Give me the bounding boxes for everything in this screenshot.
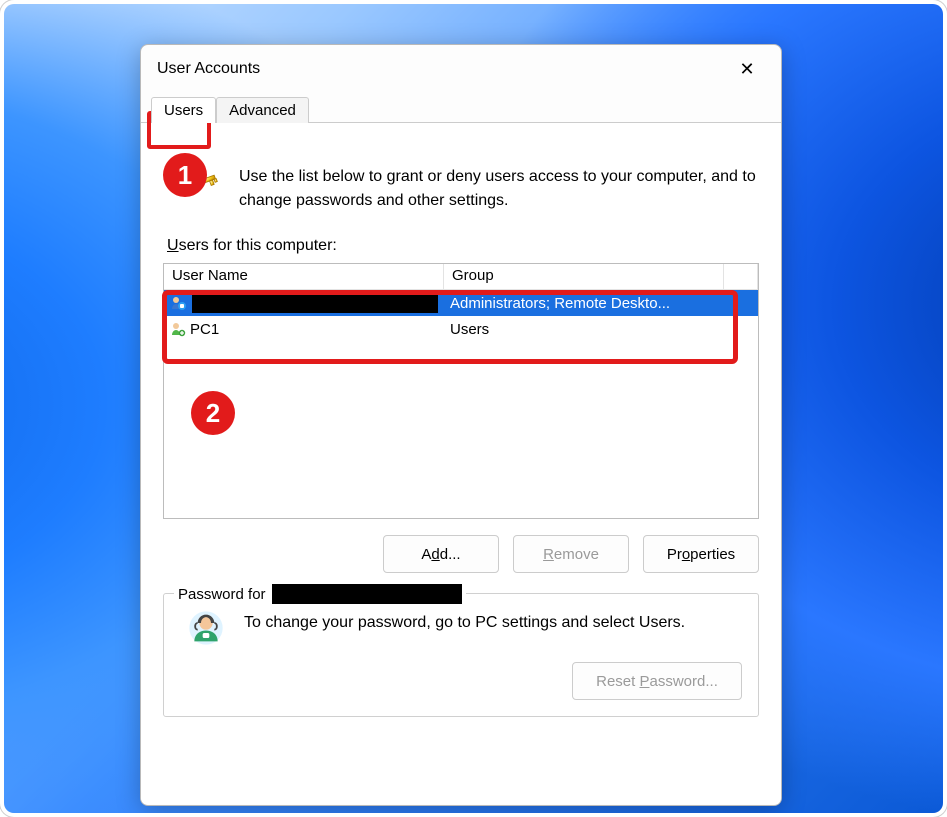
titlebar: User Accounts ✕ <box>141 45 781 93</box>
cell-username: PC1 <box>190 321 219 338</box>
keys-icon <box>183 169 221 207</box>
tab-users[interactable]: Users <box>151 97 216 123</box>
add-button[interactable]: Add... <box>383 535 499 573</box>
reset-password-button[interactable]: Reset Password... <box>572 662 742 700</box>
column-header-username[interactable]: User Name <box>164 264 444 290</box>
users-list-label: Users for this computer: <box>167 237 759 255</box>
table-row[interactable]: PC1 Users <box>164 316 758 342</box>
users-listview[interactable]: User Name Group Admi <box>163 263 759 519</box>
table-row[interactable]: Administrators; Remote Deskto... <box>164 290 758 316</box>
password-help-text: To change your password, go to PC settin… <box>244 608 685 632</box>
cell-group: Administrators; Remote Deskto... <box>444 293 724 314</box>
cell-group: Users <box>444 319 724 340</box>
tab-strip: Users Advanced <box>151 93 781 123</box>
tab-advanced[interactable]: Advanced <box>216 97 309 123</box>
instructions-text: Use the list below to grant or deny user… <box>239 165 759 213</box>
close-icon[interactable]: ✕ <box>727 49 767 89</box>
user-icon <box>170 321 186 337</box>
column-header-spacer <box>724 264 758 290</box>
remove-button[interactable]: Remove <box>513 535 629 573</box>
user-accounts-dialog: User Accounts ✕ Users Advanced <box>140 44 782 806</box>
redacted-username <box>192 293 438 313</box>
desktop-background: User Accounts ✕ Users Advanced <box>4 4 943 813</box>
properties-button[interactable]: Properties <box>643 535 759 573</box>
password-legend: Password for <box>174 584 466 604</box>
headset-user-icon <box>186 608 226 648</box>
column-header-group[interactable]: Group <box>444 264 724 290</box>
window-title: User Accounts <box>157 60 260 78</box>
instructions-row: Use the list below to grant or deny user… <box>163 165 759 213</box>
user-icon <box>170 295 186 311</box>
list-buttons-row: Add... Remove Properties <box>163 535 759 573</box>
redacted-username <box>272 584 462 604</box>
tab-advanced-label: Advanced <box>229 102 296 119</box>
tab-pane-users: Use the list below to grant or deny user… <box>141 122 781 804</box>
password-fieldset: Password for To change your password, go… <box>163 593 759 717</box>
tab-users-label: Users <box>164 102 203 119</box>
listview-header: User Name Group <box>164 264 758 290</box>
